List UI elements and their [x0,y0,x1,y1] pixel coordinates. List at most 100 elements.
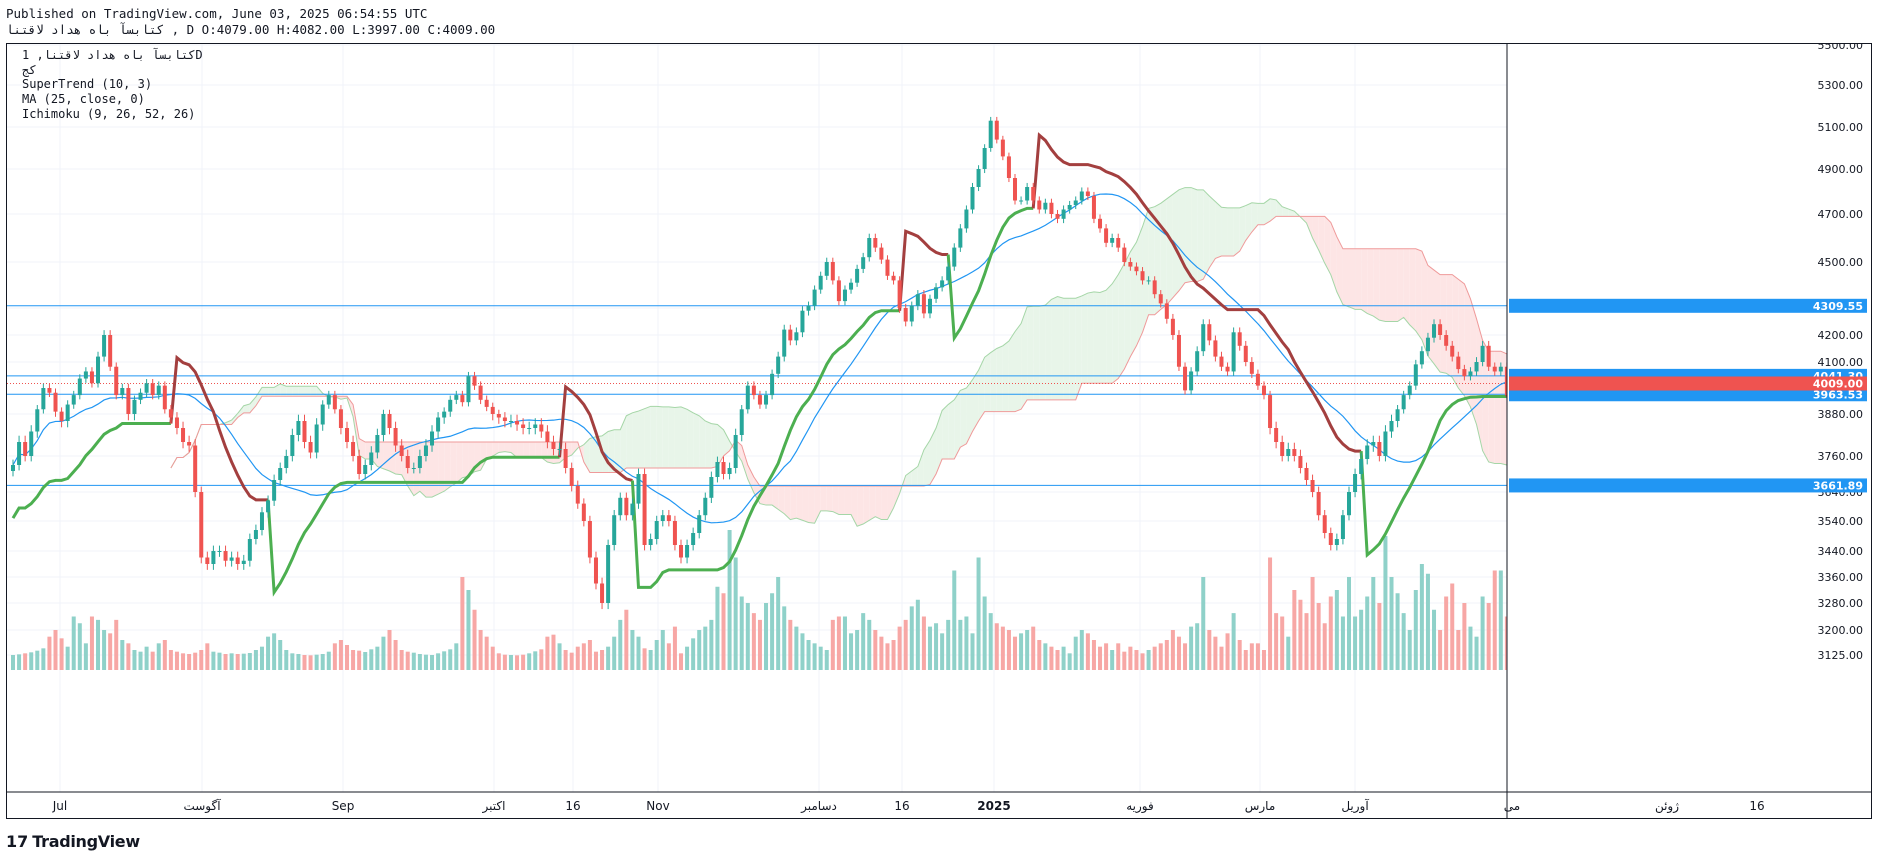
volume-bar [593,651,598,670]
volume-bar [205,643,210,670]
volume-bar [187,654,192,670]
ichimoku-cloud-segment [1045,299,1052,400]
candle-body [114,366,119,396]
ichimoku-cloud-segment [1008,331,1015,412]
candle-body [1419,351,1424,365]
volume-bar [885,643,890,670]
candle-body [1280,442,1285,456]
ichimoku-cloud-segment [1397,248,1404,322]
volume-bar [96,619,101,670]
candle-body [630,503,635,516]
ichimoku-cloud-segment [699,415,706,468]
volume-bar [1110,650,1115,670]
volume-bar [193,652,198,670]
candle-body [1237,332,1242,346]
volume-bar [338,640,343,670]
candle-body [976,169,981,187]
volume-bar [23,653,28,670]
ichimoku-cloud-segment [456,442,463,483]
candle-body [1432,324,1437,338]
candle-body [217,551,222,552]
candle-body [527,428,532,429]
volume-bar [994,623,999,670]
volume-bar [1249,643,1254,670]
level-price-badge-label: 4309.55 [1813,300,1863,313]
candle-body [241,560,246,564]
candle-body [1340,515,1345,539]
volume-bar [490,646,495,670]
candle-body [1225,366,1230,372]
candle-body [1110,238,1115,243]
time-tick-label: 16 [565,799,580,813]
volume-bar [824,650,829,670]
ichimoku-cloud-segment [1191,187,1198,282]
candle-body [618,497,623,516]
candle-body [405,456,410,468]
ichimoku-cloud-segment [298,386,305,397]
volume-bar [1353,616,1358,670]
volume-bar [697,630,702,670]
ichimoku-cloud-segment [261,387,269,397]
candle-body [1462,369,1467,377]
volume-bar [527,653,532,670]
candle-body [126,388,131,414]
candle-body [369,452,374,465]
candle-body [958,228,963,248]
price-tick-label: 3200.00 [1818,624,1864,637]
volume-bar [241,653,246,670]
candle-body [1000,139,1005,157]
volume-bar [1243,650,1248,670]
legend-symbol: كتابسآ باه هداد لاقتنا, 1D [22,48,203,62]
ichimoku-cloud-segment [1039,305,1046,400]
candle-body [697,515,702,533]
price-chart[interactable]: 5500.00 5300.00 5100.00 4900.00 4700.00 4500.… [7,44,1871,818]
candle-body [108,335,113,367]
volume-bar [1055,650,1060,670]
volume-bar [964,616,969,670]
candle-body [41,388,46,410]
candle-body [508,421,513,422]
chart-frame[interactable]: 5500.00 5300.00 5100.00 4900.00 4700.00 4500.… [6,43,1872,819]
candle-body [411,468,416,469]
ichimoku-cloud-segment [923,440,930,486]
volume-bar [666,643,671,670]
candle-body [381,414,386,435]
candle-body [1322,515,1327,533]
candle-body [818,275,823,290]
published-caption: Published on TradingView.com, June 03, 2… [6,6,428,21]
ichimoku-cloud-segment [1446,274,1453,378]
ichimoku-cloud-segment [681,406,688,468]
volume-bar [563,650,568,670]
legend-supertrend[interactable]: SuperTrend (10, 3) [22,77,152,91]
candle-body [1389,421,1394,432]
candle-body [727,468,732,474]
ichimoku-cloud-segment [1178,187,1186,291]
candle-body [399,445,404,456]
volume-bar [71,616,76,670]
ichimoku-cloud-segment [1160,198,1167,310]
candle-body [1012,178,1018,201]
time-tick-label: آگوست [183,798,221,814]
ichimoku-cloud-segment [268,387,275,397]
volume-bar [1255,643,1260,670]
volume-bar [1432,609,1437,670]
volume-bar [946,619,951,670]
candle-body [490,406,495,414]
ichimoku-cloud-segment [535,442,542,458]
volume-bar [1098,646,1103,670]
candle-body [1498,366,1503,372]
volume-bar [1031,626,1036,670]
candle-body [83,371,88,379]
candle-body [842,289,847,302]
volume-bar [181,653,186,670]
legend-ma[interactable]: MA (25, close, 0) [22,92,145,106]
ichimoku-cloud-segment [863,486,870,524]
ichimoku-cloud-segment [796,486,803,521]
candle-body [672,521,677,545]
candle-body [89,371,94,384]
candle-body [1401,395,1406,410]
legend-ichimoku[interactable]: Ichimoku (9, 26, 52, 26) [22,107,195,121]
volume-bar [496,653,501,670]
volume-bar [156,643,161,670]
ichimoku-cloud-segment [304,386,311,397]
